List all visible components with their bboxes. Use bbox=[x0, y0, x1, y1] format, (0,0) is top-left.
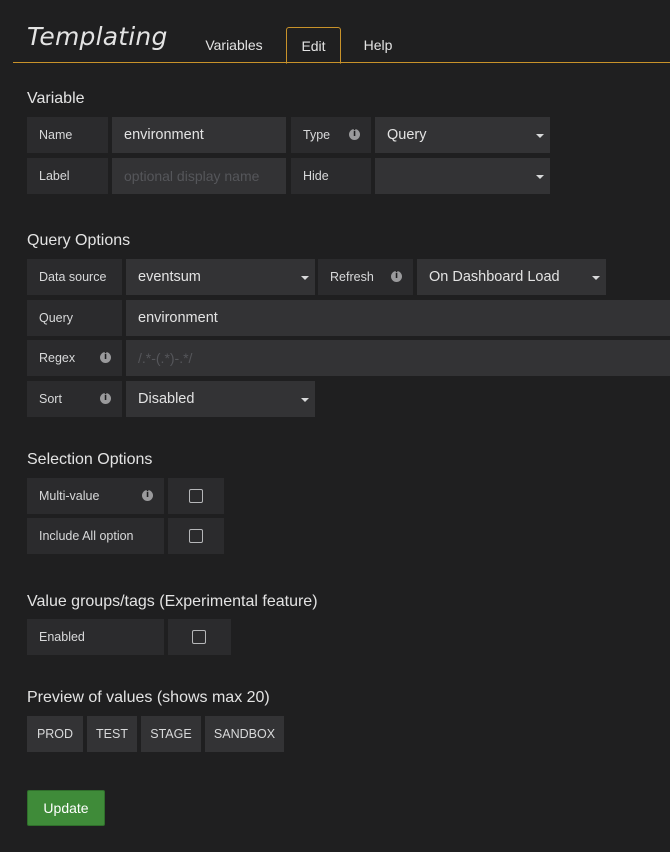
info-icon[interactable]: i bbox=[349, 129, 360, 140]
preview-value: STAGE bbox=[141, 716, 201, 752]
tab-variables[interactable]: Variables bbox=[190, 27, 278, 64]
section-title-selection-options: Selection Options bbox=[27, 451, 153, 468]
tab-help[interactable]: Help bbox=[349, 27, 407, 64]
sort-label: Sort i bbox=[27, 381, 122, 417]
enabled-checkbox[interactable] bbox=[192, 630, 206, 644]
multi-value-checkbox-cell[interactable] bbox=[168, 478, 224, 514]
query-input[interactable]: environment bbox=[126, 300, 670, 336]
label-input[interactable]: optional display name bbox=[112, 158, 286, 194]
type-label: Type i bbox=[291, 117, 371, 153]
section-title-variable: Variable bbox=[27, 90, 85, 107]
page-title: Templating bbox=[27, 22, 168, 51]
sort-label-text: Sort bbox=[39, 392, 62, 406]
enabled-checkbox-cell[interactable] bbox=[168, 619, 231, 655]
multi-value-checkbox[interactable] bbox=[189, 489, 203, 503]
info-icon[interactable]: i bbox=[142, 490, 153, 501]
multi-value-label: Multi-value i bbox=[27, 478, 164, 514]
section-title-query-options: Query Options bbox=[27, 232, 131, 249]
datasource-select[interactable]: eventsum bbox=[126, 259, 315, 295]
regex-label-text: Regex bbox=[39, 351, 76, 365]
name-input[interactable]: environment bbox=[112, 117, 286, 153]
info-icon[interactable]: i bbox=[391, 271, 402, 282]
section-title-preview: Preview of values (shows max 20) bbox=[27, 689, 270, 706]
hide-label: Hide bbox=[291, 158, 371, 194]
hide-select[interactable] bbox=[375, 158, 550, 194]
type-select[interactable]: Query bbox=[375, 117, 550, 153]
name-label: Name bbox=[27, 117, 108, 153]
include-all-checkbox-cell[interactable] bbox=[168, 518, 224, 554]
enabled-label: Enabled bbox=[27, 619, 164, 655]
regex-input[interactable]: /.*-(.*)-.*/ bbox=[126, 340, 670, 376]
regex-label: Regex i bbox=[27, 340, 122, 376]
info-icon[interactable]: i bbox=[100, 393, 111, 404]
datasource-label: Data source bbox=[27, 259, 122, 295]
tab-underline bbox=[13, 62, 670, 63]
refresh-label: Refresh i bbox=[318, 259, 413, 295]
section-title-value-groups: Value groups/tags (Experimental feature) bbox=[27, 593, 318, 610]
include-all-label: Include All option bbox=[27, 518, 164, 554]
info-icon[interactable]: i bbox=[100, 352, 111, 363]
preview-value: TEST bbox=[87, 716, 137, 752]
multi-value-label-text: Multi-value bbox=[39, 489, 100, 503]
tab-edit[interactable]: Edit bbox=[286, 27, 341, 64]
query-label: Query bbox=[27, 300, 122, 336]
refresh-select[interactable]: On Dashboard Load bbox=[417, 259, 606, 295]
preview-value: SANDBOX bbox=[205, 716, 284, 752]
refresh-label-text: Refresh bbox=[330, 270, 374, 284]
preview-value: PROD bbox=[27, 716, 83, 752]
sort-select[interactable]: Disabled bbox=[126, 381, 315, 417]
label-label: Label bbox=[27, 158, 108, 194]
update-button[interactable]: Update bbox=[27, 790, 105, 826]
type-label-text: Type bbox=[303, 128, 331, 142]
include-all-checkbox[interactable] bbox=[189, 529, 203, 543]
